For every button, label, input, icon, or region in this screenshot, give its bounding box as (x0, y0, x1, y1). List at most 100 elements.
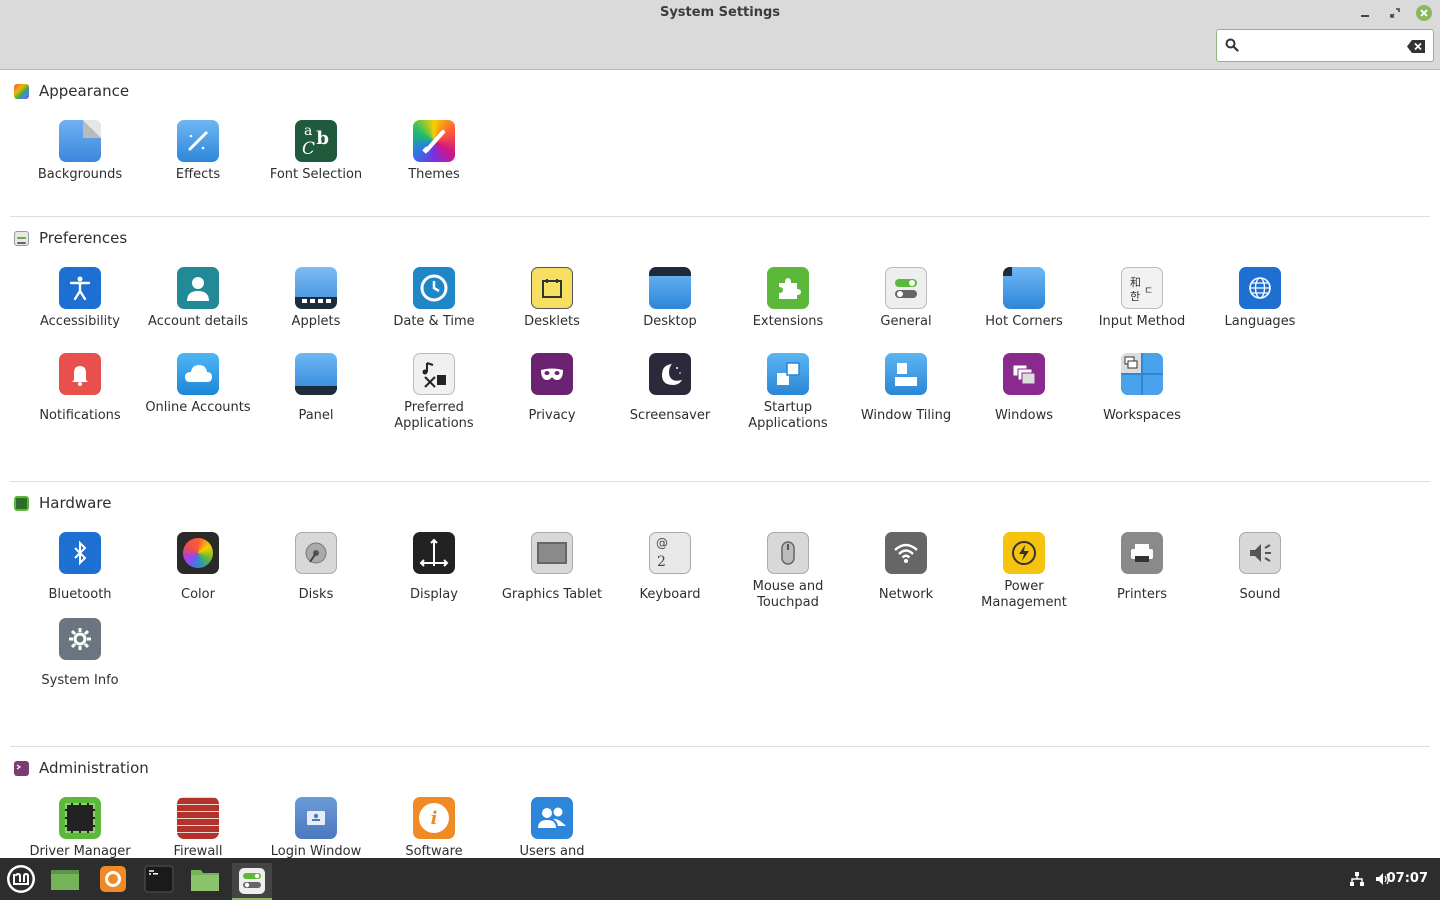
item-users-groups[interactable]: Users and (493, 797, 611, 858)
minimize-button[interactable] (1356, 4, 1374, 22)
accessibility-icon (59, 267, 101, 309)
item-windows[interactable]: Windows (965, 353, 1083, 439)
item-label: Effects (175, 167, 221, 182)
item-software[interactable]: i Software (375, 797, 493, 858)
windows-icon (1003, 353, 1045, 395)
item-preferred-applications[interactable]: Preferred Applications (375, 353, 493, 439)
item-input-method[interactable]: 和 한 ㄷ Input Method (1083, 267, 1201, 353)
item-applets[interactable]: Applets (257, 267, 375, 353)
item-power-management[interactable]: Power Management (965, 532, 1083, 618)
item-date-time[interactable]: Date & Time (375, 267, 493, 353)
search-field[interactable] (1216, 29, 1434, 62)
item-label: Firewall (173, 844, 223, 858)
files-launcher[interactable] (188, 863, 222, 895)
network-icon (885, 532, 927, 574)
item-login-window[interactable]: Login Window (257, 797, 375, 858)
item-accessibility[interactable]: Accessibility (21, 267, 139, 353)
item-bluetooth[interactable]: Bluetooth (21, 532, 139, 618)
item-printers[interactable]: Printers (1083, 532, 1201, 618)
item-label: Languages (1224, 314, 1296, 329)
section-title: Hardware (39, 494, 112, 512)
preferences-section-icon (14, 230, 29, 246)
item-label: Workspaces (1103, 408, 1181, 423)
color-icon (177, 532, 219, 574)
item-label: Printers (1116, 587, 1168, 602)
item-online-accounts[interactable]: Online Accounts (139, 353, 257, 439)
item-display[interactable]: Display (375, 532, 493, 618)
menu-button[interactable] (4, 863, 38, 895)
item-driver-manager[interactable]: Driver Manager (21, 797, 139, 858)
item-hot-corners[interactable]: Hot Corners (965, 267, 1083, 353)
show-desktop-button[interactable] (48, 863, 82, 895)
item-label: Power Management (981, 579, 1067, 610)
settings-content: Appearance Backgrounds Effects a b C Fon… (0, 70, 1440, 858)
item-screensaver[interactable]: Screensaver (611, 353, 729, 439)
item-firewall[interactable]: Firewall (139, 797, 257, 858)
item-network[interactable]: Network (847, 532, 965, 618)
item-notifications[interactable]: Notifications (21, 353, 139, 439)
item-font-selection[interactable]: a b C Font Selection (257, 120, 375, 206)
item-window-tiling[interactable]: Window Tiling (847, 353, 965, 439)
item-keyboard[interactable]: @ 2 Keyboard (611, 532, 729, 618)
clock[interactable]: 07:07 (1387, 871, 1428, 886)
item-color[interactable]: Color (139, 532, 257, 618)
maximize-icon (1390, 8, 1400, 18)
item-disks[interactable]: Disks (257, 532, 375, 618)
item-label: Privacy (528, 408, 576, 423)
item-label: Applets (291, 314, 341, 329)
system-info-icon (59, 618, 101, 660)
item-languages[interactable]: Languages (1201, 267, 1319, 353)
item-workspaces[interactable]: Workspaces (1083, 353, 1201, 439)
themes-icon (413, 120, 455, 162)
item-label: Online Accounts (145, 400, 251, 415)
printers-icon (1121, 532, 1163, 574)
show-desktop-icon (51, 870, 79, 890)
item-desktop[interactable]: Desktop (611, 267, 729, 353)
system-settings-taskbar-button[interactable] (232, 863, 272, 900)
font-selection-icon: a b C (295, 120, 337, 162)
close-button[interactable] (1416, 5, 1432, 21)
item-graphics-tablet[interactable]: Graphics Tablet (493, 532, 611, 618)
item-label: Bluetooth (48, 587, 112, 602)
item-label: Notifications (39, 408, 121, 423)
network-tray-icon[interactable] (1349, 871, 1365, 887)
date-time-icon (413, 267, 455, 309)
online-accounts-icon (177, 353, 219, 395)
item-label: Font Selection (269, 167, 363, 182)
item-general[interactable]: General (847, 267, 965, 353)
item-label: Accessibility (40, 314, 120, 329)
item-effects[interactable]: Effects (139, 120, 257, 206)
terminal-launcher[interactable] (142, 863, 176, 895)
item-extensions[interactable]: Extensions (729, 267, 847, 353)
item-panel[interactable]: Panel (257, 353, 375, 439)
item-sound[interactable]: Sound (1201, 532, 1319, 618)
item-label: General (880, 314, 932, 329)
item-themes[interactable]: Themes (375, 120, 493, 206)
bluetooth-icon (59, 532, 101, 574)
item-account-details[interactable]: Account details (139, 267, 257, 353)
item-label: Extensions (752, 314, 824, 329)
input-method-icon: 和 한 ㄷ (1121, 267, 1163, 309)
item-system-info[interactable]: System Info (21, 618, 139, 704)
section-title: Preferences (39, 229, 128, 247)
menu-icon (7, 865, 35, 893)
item-privacy[interactable]: Privacy (493, 353, 611, 439)
item-mouse-touchpad[interactable]: Mouse and Touchpad (729, 532, 847, 618)
item-label: Color (181, 587, 215, 602)
section-header: Administration (14, 759, 149, 777)
terminal-icon (144, 865, 174, 893)
keyboard-icon: @ 2 (649, 532, 691, 574)
close-icon (1420, 9, 1428, 17)
item-label: Sound (1239, 587, 1281, 602)
maximize-button[interactable] (1386, 4, 1404, 22)
item-startup-applications[interactable]: Startup Applications (729, 353, 847, 439)
extensions-icon (767, 267, 809, 309)
item-label: Windows (994, 408, 1054, 423)
clear-search-icon[interactable] (1407, 40, 1425, 53)
login-window-icon (295, 797, 337, 839)
item-backgrounds[interactable]: Backgrounds (21, 120, 139, 206)
firefox-launcher[interactable] (96, 863, 130, 895)
hardware-section-icon (14, 495, 29, 511)
power-management-icon (1003, 532, 1045, 574)
item-desklets[interactable]: Desklets (493, 267, 611, 353)
